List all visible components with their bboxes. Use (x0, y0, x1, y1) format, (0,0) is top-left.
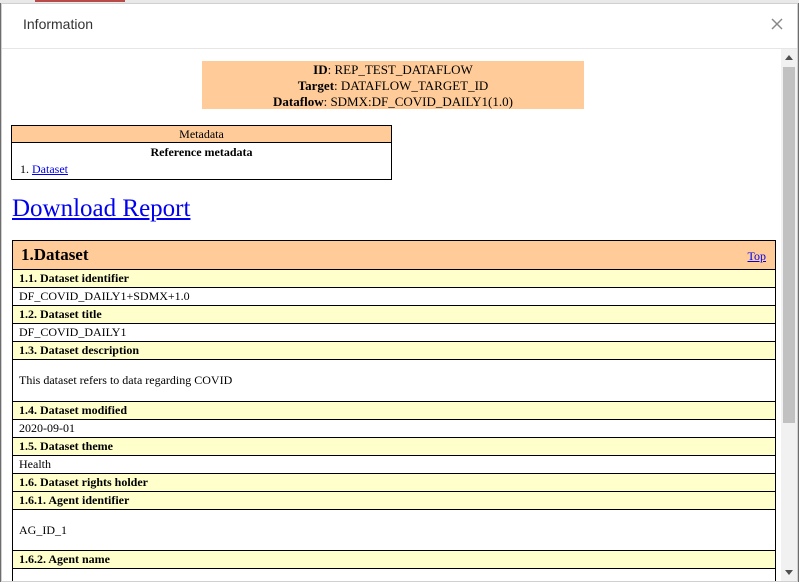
summary-target-value: : DATAFLOW_TARGET_ID (334, 78, 489, 93)
summary-id: ID: REP_TEST_DATAFLOW (202, 62, 584, 78)
scroll-up-button[interactable] (781, 49, 797, 66)
summary-target: Target: DATAFLOW_TARGET_ID (202, 78, 584, 94)
row-value (13, 569, 775, 581)
scrollbar-thumb[interactable] (783, 67, 795, 423)
section-header: 1.Dataset Top (13, 241, 775, 270)
row-label: 1.2. Dataset title (13, 306, 775, 324)
row-label: 1.1. Dataset identifier (13, 270, 775, 288)
summary-id-label: ID (313, 62, 328, 77)
dialog-header: Information (2, 4, 797, 49)
report-summary: ID: REP_TEST_DATAFLOW Target: DATAFLOW_T… (202, 61, 584, 109)
row-value: DF_COVID_DAILY1 (13, 324, 775, 342)
summary-dataflow-value: : SDMX:DF_COVID_DAILY1(1.0) (323, 94, 513, 109)
row-value: AG_ID_1 (13, 510, 775, 551)
summary-id-value: : REP_TEST_DATAFLOW (327, 62, 473, 77)
metadata-item: 1. Dataset (12, 161, 391, 178)
close-button[interactable] (767, 14, 787, 34)
metadata-item-index: 1. (20, 162, 32, 176)
section-title: 1.Dataset (21, 245, 89, 264)
row-label: 1.6.1. Agent identifier (13, 492, 775, 510)
metadata-table: Metadata Reference metadata 1. Dataset (11, 125, 392, 180)
summary-dataflow-label: Dataflow (273, 94, 324, 109)
report-content: ID: REP_TEST_DATAFLOW Target: DATAFLOW_T… (2, 49, 782, 581)
top-link[interactable]: Top (748, 249, 767, 264)
information-dialog: Information ID: REP_TEST_DATAFLOW Target… (1, 3, 798, 582)
dialog-title: Information (23, 16, 94, 32)
backdrop-accent (35, 0, 125, 2)
metadata-heading: Metadata (12, 126, 391, 143)
scroll-down-button[interactable] (781, 564, 797, 581)
download-report-link[interactable]: Download Report (12, 194, 190, 224)
row-label: 1.5. Dataset theme (13, 438, 775, 456)
row-value: DF_COVID_DAILY1+SDMX+1.0 (13, 288, 775, 306)
scroll-down-arrow-icon (785, 570, 793, 575)
dialog-body: ID: REP_TEST_DATAFLOW Target: DATAFLOW_T… (2, 49, 797, 581)
row-label: 1.6. Dataset rights holder (13, 474, 775, 492)
row-label: 1.4. Dataset modified (13, 402, 775, 420)
vertical-scrollbar[interactable] (781, 49, 797, 581)
scroll-up-arrow-icon (785, 55, 793, 60)
metadata-subheading: Reference metadata (150, 145, 253, 159)
row-label: 1.3. Dataset description (13, 342, 775, 360)
row-value: This dataset refers to data regarding CO… (13, 360, 775, 402)
row-label: 1.6.2. Agent name (13, 551, 775, 569)
summary-target-label: Target (297, 78, 335, 93)
row-value: Health (13, 456, 775, 474)
row-value: 2020-09-01 (13, 420, 775, 438)
summary-dataflow: Dataflow: SDMX:DF_COVID_DAILY1(1.0) (202, 94, 584, 110)
metadata-item-link[interactable]: Dataset (32, 162, 68, 176)
report-section: 1.Dataset Top 1.1. Dataset identifier DF… (12, 240, 776, 581)
close-icon (771, 18, 783, 30)
